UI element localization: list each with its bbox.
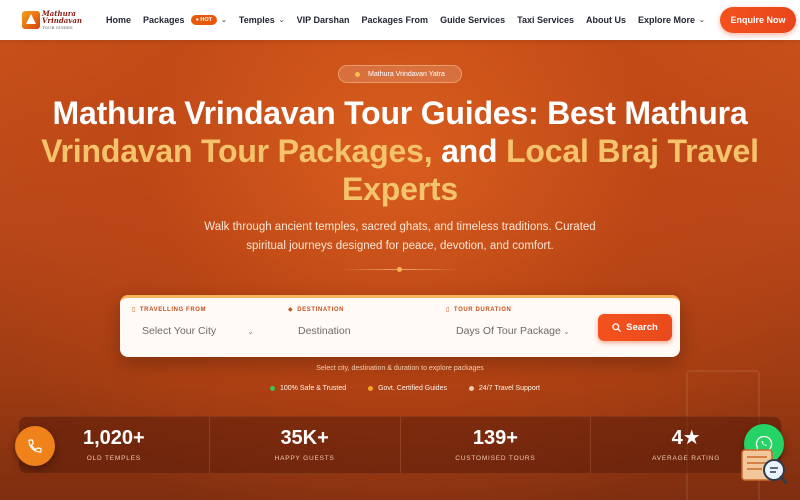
site-logo[interactable]: Mathura Vrindavan TOUR GUIDES	[22, 8, 84, 32]
tour-duration-label-text: TOUR DURATION	[453, 306, 512, 313]
nav-vip-darshan[interactable]: VIP Darshan	[297, 15, 350, 25]
gold-dot-icon	[368, 386, 374, 391]
yatra-pill: Mathura Vrindavan Yatra	[338, 65, 462, 83]
badge-safe-trusted: 100% Safe & Trusted	[270, 385, 346, 392]
title-part-2: and	[432, 133, 507, 169]
logo-line-2: Vrindavan	[42, 15, 82, 25]
badge-safe-trusted-label: 100% Safe & Trusted	[280, 385, 347, 392]
hero-title: Mathura Vrindavan Tour Guides: Best Math…	[20, 94, 780, 208]
chevron-down-icon: ⌄	[247, 326, 254, 336]
pin-icon: ◆	[288, 307, 294, 313]
temple-logo-icon	[22, 11, 40, 29]
nav-packages-from[interactable]: Packages From	[362, 15, 429, 25]
nav-about-us-label: About Us	[585, 15, 626, 25]
chevron-down-icon: ⌄	[278, 17, 285, 24]
nav-temples-label: Temples	[238, 15, 275, 25]
badge-certified-guides: Govt. Certified Guides	[368, 385, 447, 392]
chat-widget[interactable]	[740, 446, 788, 488]
nav-taxi-services[interactable]: Taxi Services	[517, 15, 574, 25]
tour-duration-label: ▯ TOUR DURATION	[446, 306, 576, 314]
nav-temples[interactable]: Temples ⌄	[239, 15, 285, 25]
tour-duration-field: ▯ TOUR DURATION Days Of Tour Package ⌄	[446, 306, 576, 352]
enquire-now-button[interactable]: Enquire Now	[720, 7, 796, 33]
badge-travel-support: 24/7 Travel Support	[468, 385, 540, 392]
destination-placeholder: Destination	[298, 325, 351, 337]
title-gold-3: Experts	[342, 171, 458, 207]
tour-search-card: ▯ TRAVELLING FROM Select Your City ⌄ ◆ D…	[120, 295, 680, 357]
hero-subtitle: Walk through ancient temples, sacred gha…	[200, 218, 600, 256]
stat-value: 35K+	[280, 427, 329, 449]
search-icon	[612, 323, 622, 332]
call-button[interactable]	[15, 426, 55, 466]
city-select-value: Select Your City	[142, 325, 217, 337]
pill-label: Mathura Vrindavan Yatra	[368, 70, 445, 78]
stat-label: CUSTOMISED TOURS	[455, 455, 536, 462]
trust-badges: 100% Safe & Trusted Govt. Certified Guid…	[270, 385, 540, 392]
chat-support-icon	[741, 449, 788, 485]
chevron-down-icon: ⌄	[563, 326, 570, 336]
destination-label-text: DESTINATION	[297, 306, 345, 313]
search-button[interactable]: Search	[598, 314, 672, 341]
hot-badge: ● HOT	[190, 15, 218, 25]
search-hint: Select city, destination & duration to e…	[316, 365, 484, 372]
nav-explore-more[interactable]: Explore More ⌄	[638, 15, 705, 25]
destination-field: ◆ DESTINATION Destination	[288, 306, 428, 352]
travelling-from-label: ▯ TRAVELLING FROM	[132, 306, 260, 314]
location-pin-icon: ▯	[132, 307, 136, 313]
chevron-down-icon: ⌄	[699, 17, 705, 24]
main-menu: Home Packages ● HOT ⌄ Temples ⌄ VIP Dars…	[106, 0, 717, 40]
nav-vip-darshan-label: VIP Darshan	[296, 15, 350, 25]
phone-icon	[28, 439, 42, 453]
stat-happy-guests: 35K+ HAPPY GUESTS	[210, 417, 401, 473]
divider-dot	[397, 267, 402, 272]
city-select[interactable]: Select Your City ⌄	[132, 319, 260, 343]
duration-select[interactable]: Days Of Tour Package ⌄	[446, 319, 576, 343]
nav-about-us[interactable]: About Us	[586, 15, 626, 25]
nav-explore-more-label: Explore More	[637, 15, 695, 25]
green-dot-icon	[270, 386, 275, 391]
top-navbar: Mathura Vrindavan TOUR GUIDES Home Packa…	[0, 0, 800, 40]
stats-bar: 1,020+ OLD TEMPLES 35K+ HAPPY GUESTS 139…	[18, 416, 782, 474]
calendar-icon: ▯	[446, 307, 450, 313]
badge-travel-support-label: 24/7 Travel Support	[478, 385, 540, 392]
logo-wordmark: Mathura Vrindavan TOUR GUIDES	[42, 10, 82, 31]
stat-label: HAPPY GUESTS	[274, 455, 335, 462]
peach-dot-icon	[468, 386, 474, 391]
nav-home-label: Home	[106, 15, 132, 25]
duration-select-value: Days Of Tour Package	[456, 325, 561, 337]
subtitle-line-1: Walk through ancient temples, sacred gha…	[204, 221, 596, 233]
chevron-down-icon: ⌄	[221, 17, 227, 24]
nav-guide-services-label: Guide Services	[440, 15, 506, 25]
nav-packages-label: Packages	[143, 15, 185, 25]
travelling-from-field: ▯ TRAVELLING FROM Select Your City ⌄	[132, 306, 260, 352]
logo-tagline: TOUR GUIDES	[42, 24, 73, 30]
travelling-from-label-text: TRAVELLING FROM	[139, 306, 207, 313]
destination-input[interactable]: Destination	[288, 319, 428, 343]
destination-label: ◆ DESTINATION	[288, 306, 428, 314]
badge-certified-guides-label: Govt. Certified Guides	[378, 385, 447, 392]
title-part-1: Mathura Vrindavan Tour Guides: Best Math…	[52, 95, 748, 131]
title-gold-1: Vrindavan Tour Packages,	[41, 133, 433, 169]
subtitle-line-2: spiritual journeys designed for peace, d…	[246, 240, 554, 252]
stat-value: 139+	[472, 427, 518, 449]
stat-customised-tours: 139+ CUSTOMISED TOURS	[401, 417, 592, 473]
nav-packages-from-label: Packages From	[361, 15, 429, 25]
nav-taxi-services-label: Taxi Services	[517, 15, 574, 25]
title-gold-2: Local Braj Travel	[506, 133, 759, 169]
hot-badge-label: HOT	[200, 17, 213, 23]
nav-packages[interactable]: Packages ● HOT ⌄	[143, 15, 227, 25]
nav-home[interactable]: Home	[106, 15, 131, 25]
nav-guide-services[interactable]: Guide Services	[440, 15, 505, 25]
hero-section: Mathura Vrindavan Yatra Mathura Vrindava…	[0, 40, 800, 500]
search-button-label: Search	[626, 322, 658, 333]
pill-dot-icon	[355, 71, 361, 77]
